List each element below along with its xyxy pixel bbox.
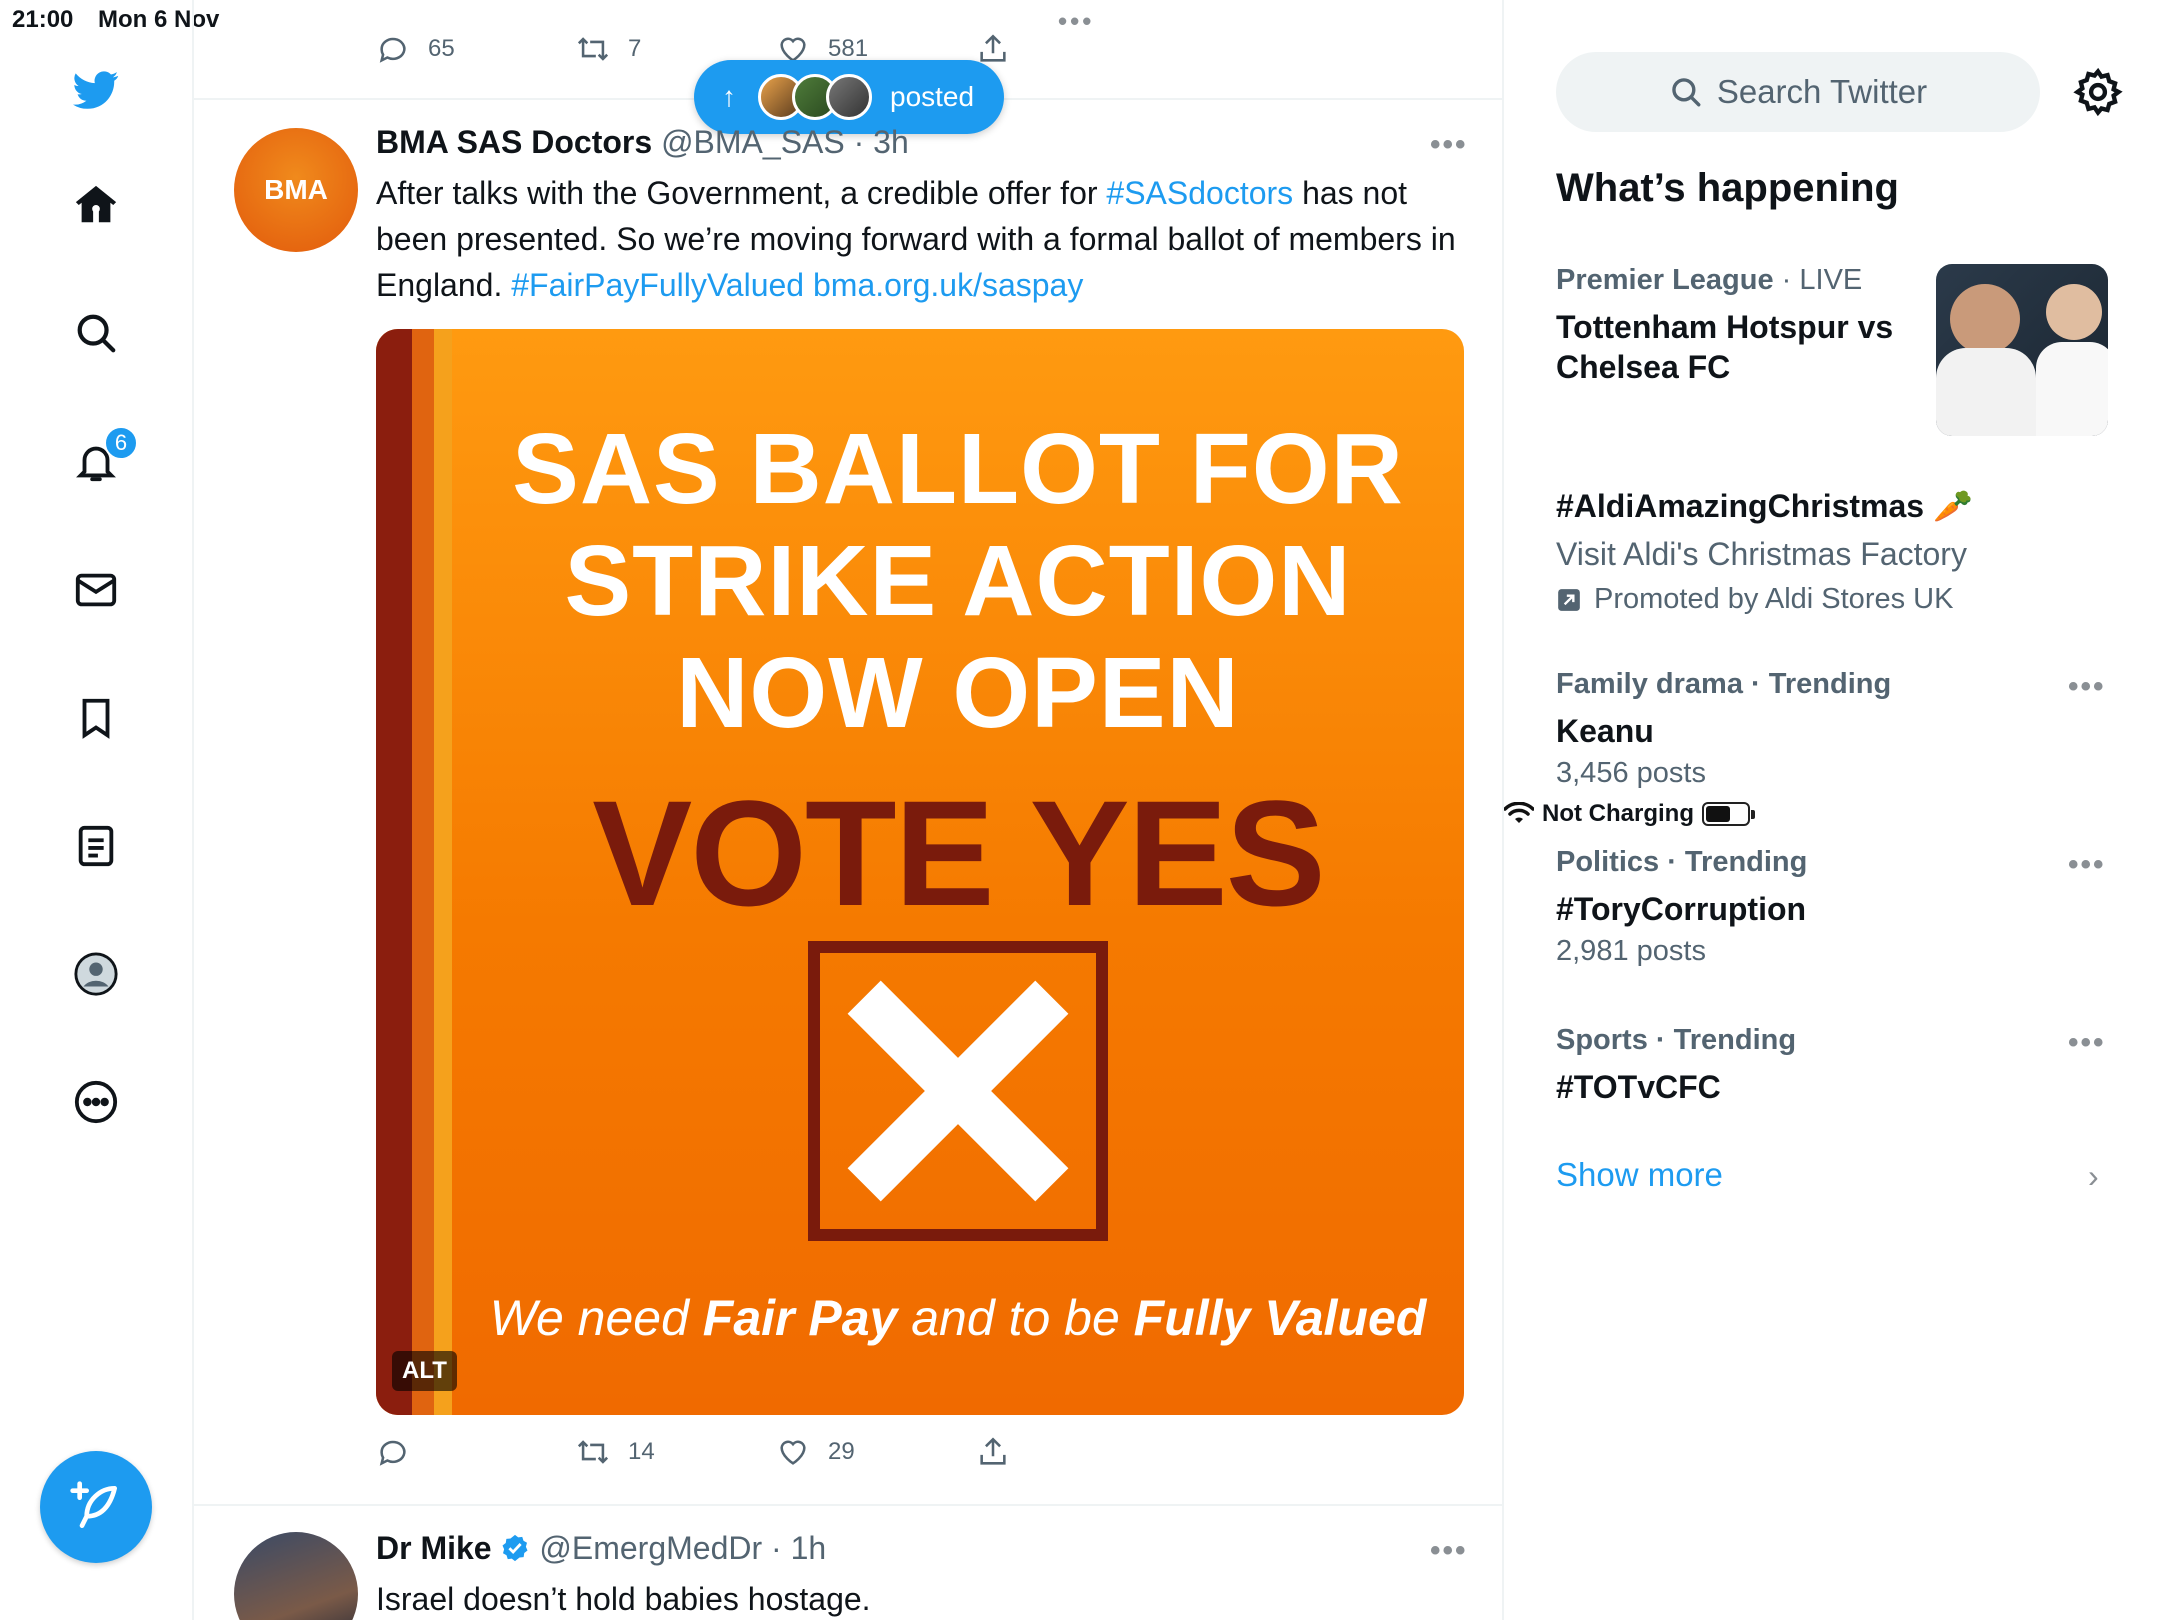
tweet-time[interactable]: · 1h [771, 1530, 826, 1566]
arrow-up-icon: ↑ [722, 81, 736, 112]
trend-more-options-icon[interactable]: ••• [2068, 848, 2106, 882]
bookmarks-icon[interactable] [66, 688, 126, 748]
share-icon [980, 1437, 1006, 1465]
tweet-text: Israel doesn’t hold babies hostage. [376, 1581, 871, 1617]
tweet-more-options-icon[interactable]: ••• [1430, 128, 1468, 162]
trend-more-options-icon[interactable]: ••• [2068, 670, 2106, 704]
image-headline: SAS BALLOT FOR STRIKE ACTION NOW OPEN [512, 413, 1404, 749]
image-tagline: We need Fair Pay and to be Fully Valued [489, 1290, 1427, 1346]
settings-gear-icon[interactable] [2072, 66, 2124, 118]
retweet-button[interactable]: 14 [576, 1435, 776, 1469]
ballot-cross-icon [808, 941, 1108, 1241]
retweet-icon [577, 1440, 609, 1464]
reply-button[interactable]: 65 [376, 32, 576, 66]
carrot-emoji: 🥕 [1932, 488, 1973, 524]
tweet-divider [194, 1504, 1504, 1506]
reply-icon [379, 1440, 406, 1466]
whats-happening-heading: What’s happening [1556, 166, 1899, 210]
search-icon [1672, 78, 1701, 107]
show-more-link[interactable]: Show more [1556, 1156, 1723, 1194]
tweet-author-handle[interactable]: @EmergMedDr [539, 1530, 762, 1566]
share-icon [980, 34, 1006, 62]
trend-thumbnail-image[interactable] [1936, 264, 2108, 436]
like-count: 581 [828, 35, 869, 62]
trend-item[interactable]: Sports · Trending #TOTvCFC [1556, 1024, 2116, 1107]
new-posts-pill[interactable]: ↑ posted [694, 60, 1004, 134]
search-icon[interactable] [66, 303, 126, 363]
trend-item[interactable]: Politics · Trending #ToryCorruption 2,98… [1556, 846, 2116, 968]
tweet-actions: 14 29 [376, 1435, 1176, 1469]
like-count: 29 [828, 1438, 855, 1465]
reply-button[interactable] [376, 1435, 576, 1469]
notification-count-badge: 6 [104, 426, 138, 460]
messages-envelope-icon[interactable] [66, 560, 126, 620]
tweet-author-name[interactable]: Dr Mike [376, 1530, 492, 1566]
retweet-icon [577, 37, 609, 61]
trend-more-options-icon[interactable]: ••• [2068, 1026, 2106, 1060]
tweet-author-avatar[interactable] [234, 1532, 358, 1620]
verified-badge-icon [502, 1534, 528, 1562]
lists-icon[interactable] [66, 816, 126, 876]
right-sidebar: Search Twitter What’s happening Premier … [1504, 0, 2160, 1620]
promoted-icon [1558, 588, 1580, 611]
tweet-image[interactable]: SAS BALLOT FOR STRIKE ACTION NOW OPEN VO… [376, 329, 1464, 1415]
search-placeholder: Search Twitter [1716, 73, 1928, 110]
retweet-count: 14 [628, 1438, 655, 1465]
hashtag-link[interactable]: #SASdoctors [1106, 175, 1293, 211]
search-input[interactable]: Search Twitter [1556, 52, 2040, 132]
reply-count: 65 [428, 35, 455, 62]
compose-feather-icon [70, 1481, 117, 1528]
heart-icon [780, 1440, 806, 1465]
alt-text-badge[interactable]: ALT [392, 1351, 457, 1391]
timeline: 65 7 581 ↑ posted BMA BMA SAS Doctors @B… [194, 0, 1504, 1620]
vote-yes-text: VOTE YES [592, 769, 1326, 937]
home-icon[interactable] [66, 175, 126, 235]
trend-item-promoted[interactable]: #AldiAmazingChristmas 🥕 Visit Aldi's Chr… [1556, 486, 2116, 616]
share-button[interactable] [976, 32, 1176, 66]
tweet-author-avatar[interactable]: BMA [234, 128, 358, 252]
retweet-count: 7 [628, 35, 642, 62]
tweet-text: After talks with the Government, a credi… [376, 175, 1456, 303]
more-options-icon[interactable] [66, 1072, 126, 1132]
twitter-logo-icon[interactable] [66, 60, 126, 120]
posted-label: posted [890, 81, 975, 112]
profile-avatar-icon[interactable] [66, 944, 126, 1004]
tweet-author-name[interactable]: BMA SAS Doctors [376, 124, 652, 160]
bma-logo-text: BMA [264, 174, 328, 205]
tweet-time[interactable]: · 3h [854, 124, 909, 160]
compose-tweet-button[interactable] [40, 1451, 152, 1563]
chevron-right-icon[interactable]: › [2088, 1158, 2099, 1195]
url-link[interactable]: bma.org.uk/saspay [813, 267, 1083, 303]
tweet-more-options-icon[interactable]: ••• [1430, 1534, 1468, 1568]
like-button[interactable]: 29 [776, 1435, 976, 1469]
reply-icon [379, 37, 406, 63]
share-button[interactable] [976, 1435, 1176, 1469]
left-sidebar: 6 [0, 0, 192, 1620]
hashtag-link[interactable]: #FairPayFullyValued [511, 267, 804, 303]
tweet-author-handle[interactable]: @BMA_SAS [661, 124, 845, 160]
poster-avatar [826, 74, 872, 120]
trend-item[interactable]: Family drama · Trending Keanu 3,456 post… [1556, 668, 2116, 790]
